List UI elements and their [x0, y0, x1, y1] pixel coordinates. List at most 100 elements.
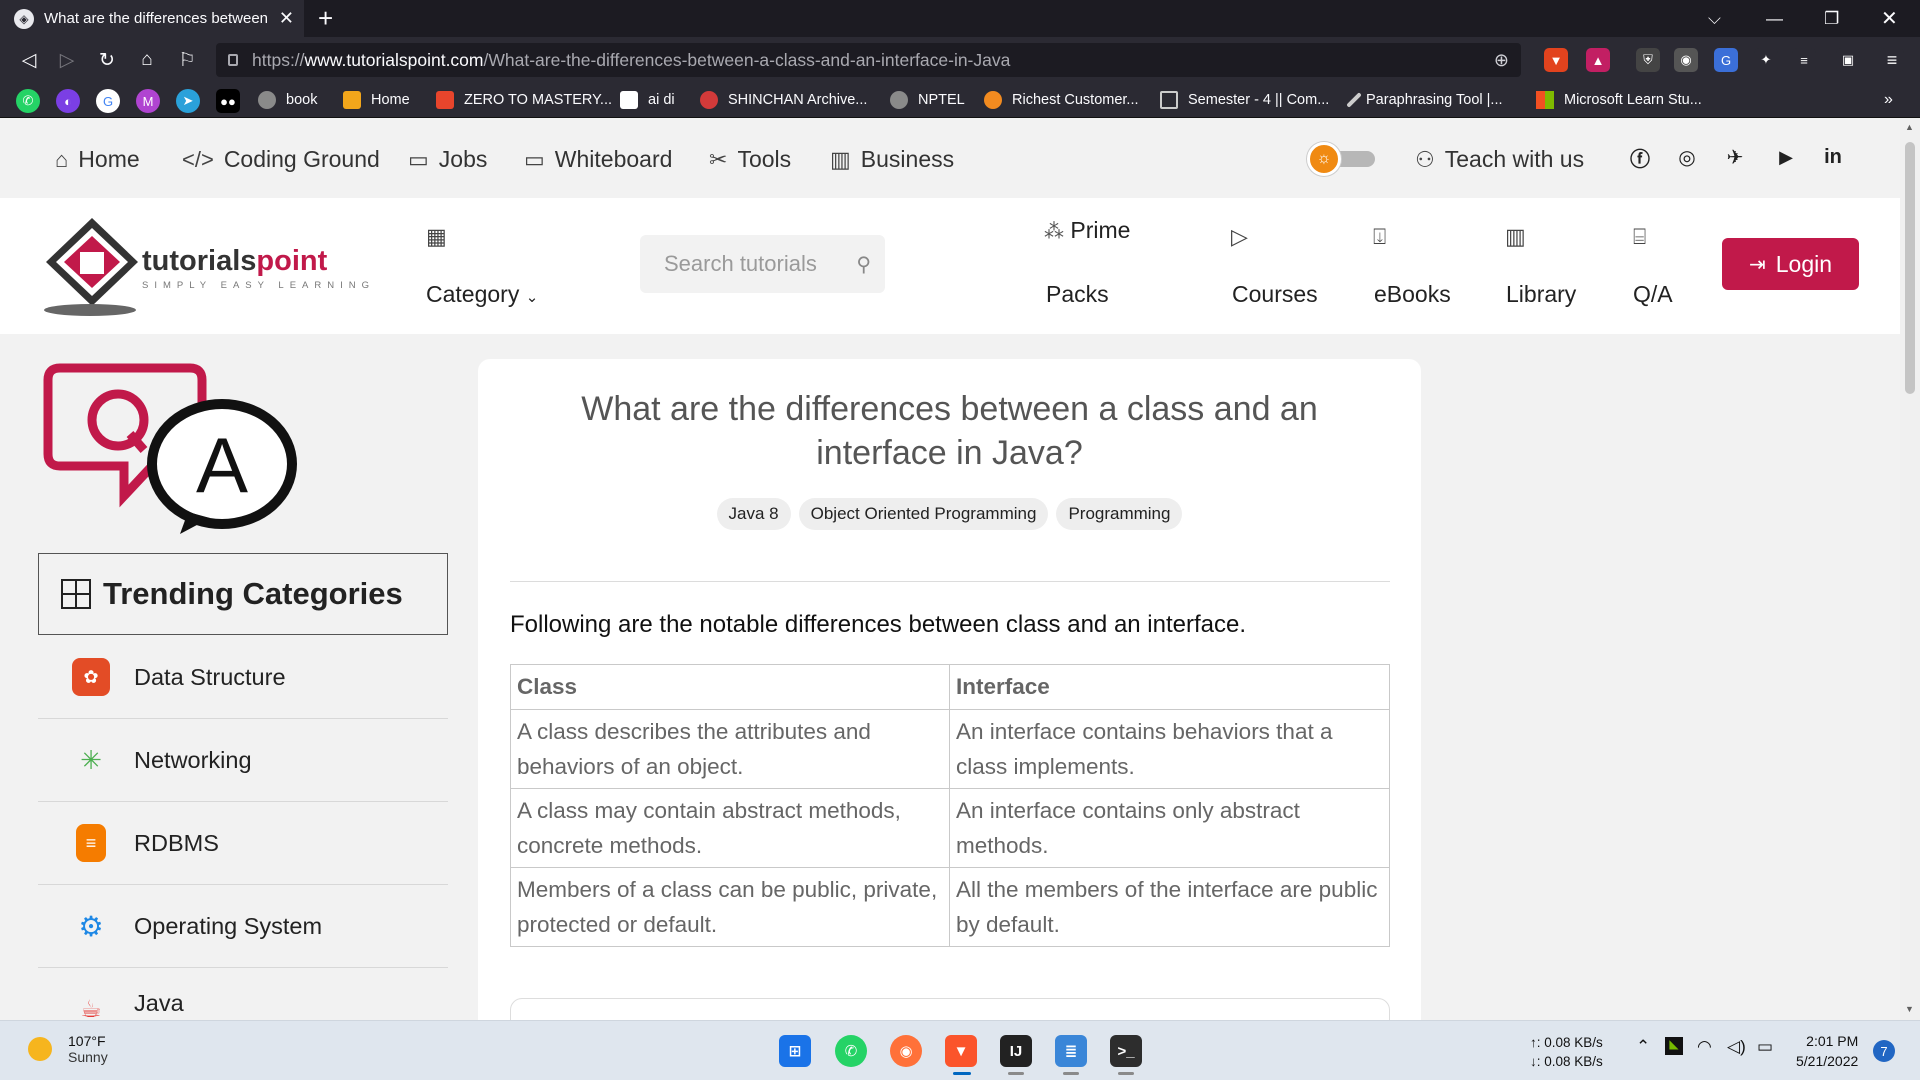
- bookmark-icon-2[interactable]: ◐: [56, 89, 80, 113]
- nvidia-tray-icon[interactable]: ◣: [1665, 1037, 1683, 1055]
- nav-coding-ground[interactable]: </> Coding Ground: [182, 146, 380, 173]
- library-link[interactable]: Library: [1506, 281, 1576, 308]
- next-content-card: [510, 998, 1390, 1020]
- tutorialspoint-logo[interactable]: tutorialspoint SIMPLY EASY LEARNING: [40, 214, 390, 318]
- medium-bookmark-icon[interactable]: ●●: [216, 89, 240, 113]
- facebook-icon[interactable]: ⓕ: [1627, 144, 1653, 171]
- close-window-button[interactable]: ✕: [1881, 0, 1898, 37]
- nav-jobs[interactable]: ▭ Jobs: [408, 146, 487, 173]
- wifi-icon[interactable]: ◠: [1697, 1037, 1712, 1057]
- scroll-down-icon[interactable]: ▼: [1905, 1004, 1914, 1014]
- intellij-app-icon[interactable]: IJ: [1000, 1035, 1032, 1067]
- google-bookmark-icon[interactable]: G: [96, 89, 120, 113]
- url-field[interactable]: https://www.tutorialspoint.com/What-are-…: [216, 43, 1521, 77]
- battery-icon[interactable]: ▭: [1757, 1037, 1773, 1057]
- brave-app-icon[interactable]: ▼: [945, 1035, 977, 1067]
- volume-icon[interactable]: ◁): [1727, 1037, 1746, 1057]
- ebooks-link[interactable]: eBooks: [1374, 281, 1451, 308]
- search-icon[interactable]: ⚲: [856, 252, 871, 277]
- bookmark-item[interactable]: Richest Customer...: [984, 90, 1139, 110]
- instagram-icon[interactable]: ◎: [1674, 144, 1700, 170]
- weather-temperature: 107°F: [68, 1033, 106, 1049]
- home-icon[interactable]: ⌂: [132, 45, 162, 75]
- prime-link[interactable]: ⁂ Prime: [1044, 217, 1130, 244]
- bookmarks-overflow-button[interactable]: »: [1884, 90, 1893, 110]
- tools-icon: ✂: [709, 146, 728, 172]
- nav-whiteboard[interactable]: ▭ Whiteboard: [524, 146, 672, 173]
- reload-icon[interactable]: ↻: [92, 45, 122, 75]
- menu-icon[interactable]: ≡: [1880, 48, 1904, 72]
- lock-icon: [228, 54, 238, 66]
- tag-java-8[interactable]: Java 8: [716, 498, 791, 530]
- firefox-app-icon[interactable]: ◉: [890, 1035, 922, 1067]
- wallet-icon[interactable]: ▣: [1836, 48, 1860, 72]
- brave-shields-icon[interactable]: ▼: [1544, 48, 1568, 72]
- show-hidden-icons-chevron-icon[interactable]: ⌃: [1636, 1037, 1650, 1057]
- youtube-icon[interactable]: ▶: [1773, 144, 1799, 170]
- maximize-button[interactable]: ❐: [1824, 0, 1839, 37]
- bookmark-item[interactable]: book: [258, 90, 317, 110]
- system-clock[interactable]: 2:01 PM 5/21/2022: [1796, 1031, 1858, 1071]
- courses-link[interactable]: Courses: [1232, 281, 1318, 308]
- playlist-icon[interactable]: ≡: [1792, 48, 1816, 72]
- new-tab-button[interactable]: +: [318, 3, 333, 34]
- page-scrollbar[interactable]: ▲ ▼: [1900, 118, 1920, 1020]
- whatsapp-app-icon[interactable]: ✆: [835, 1035, 867, 1067]
- linkedin-icon[interactable]: in: [1820, 144, 1846, 170]
- briefcase-icon: ▭: [408, 146, 429, 172]
- teach-with-us-link[interactable]: ⚇ Teach with us: [1415, 146, 1584, 173]
- shield-extension-icon[interactable]: ⛨: [1636, 48, 1660, 72]
- translate-extension-icon[interactable]: G: [1714, 48, 1738, 72]
- terminal-app-icon[interactable]: >_: [1110, 1035, 1142, 1067]
- bookmark-item[interactable]: Semester - 4 || Com...: [1160, 90, 1329, 110]
- weather-widget[interactable]: 107°F Sunny: [28, 1033, 108, 1065]
- notification-badge[interactable]: 7: [1873, 1040, 1895, 1062]
- scrollbar-thumb[interactable]: [1905, 142, 1915, 394]
- category-item-rdbms[interactable]: ≡ RDBMS: [38, 802, 448, 885]
- bookmark-item[interactable]: ai di: [620, 90, 675, 110]
- packs-link[interactable]: Packs: [1046, 281, 1109, 308]
- browser-tab-active[interactable]: ◈ What are the differences between ✕: [0, 0, 304, 37]
- bookmark-icon-m[interactable]: M: [136, 89, 160, 113]
- brave-rewards-icon[interactable]: ▲: [1586, 48, 1610, 72]
- logo-text: tutorialspoint: [142, 245, 328, 277]
- qa-link[interactable]: Q/A: [1633, 281, 1673, 308]
- twitter-icon[interactable]: ✈: [1722, 144, 1748, 170]
- zoom-icon[interactable]: ⊕: [1494, 50, 1509, 71]
- bookmark-item[interactable]: ZERO TO MASTERY...: [436, 90, 612, 110]
- ztm-icon: [436, 91, 454, 109]
- telegram-bookmark-icon[interactable]: ➤: [176, 89, 200, 113]
- search-input[interactable]: [664, 251, 834, 277]
- notepad-app-icon[interactable]: ≣: [1055, 1035, 1087, 1067]
- whatsapp-bookmark-icon[interactable]: ✆: [16, 89, 40, 113]
- theme-toggle[interactable]: ☼: [1307, 142, 1379, 176]
- back-icon[interactable]: ◁: [14, 45, 44, 75]
- article-card: What are the differences between a class…: [478, 359, 1421, 1020]
- category-item-data-structure[interactable]: ✿ Data Structure: [38, 636, 448, 719]
- bookmark-item[interactable]: NPTEL: [890, 90, 965, 110]
- tag-oop[interactable]: Object Oriented Programming: [798, 498, 1049, 530]
- tab-close-icon[interactable]: ✕: [279, 8, 294, 29]
- nav-home[interactable]: ⌂ Home: [55, 146, 140, 173]
- bookmarks-bar: ✆ ◐ G M ➤ ●● book Home ZERO TO MASTERY..…: [0, 83, 1920, 118]
- bookmark-item[interactable]: Home: [343, 90, 410, 110]
- scroll-up-icon[interactable]: ▲: [1905, 122, 1914, 132]
- category-item-operating-system[interactable]: ⚙ Operating System: [38, 885, 448, 968]
- tab-list-chevron-icon[interactable]: ⌵: [1708, 0, 1721, 37]
- nav-business[interactable]: ▥ Business: [830, 146, 954, 173]
- nav-tools[interactable]: ✂ Tools: [709, 146, 791, 173]
- forward-icon[interactable]: ▷: [52, 45, 82, 75]
- category-dropdown[interactable]: Category ⌄: [426, 281, 538, 308]
- bookmark-item[interactable]: Paraphrasing Tool |...: [1346, 90, 1503, 110]
- bookmark-item[interactable]: SHINCHAN Archive...: [700, 90, 867, 110]
- extensions-puzzle-icon[interactable]: ✦: [1754, 48, 1778, 72]
- start-windows-icon[interactable]: ⊞: [779, 1035, 811, 1067]
- category-item-networking[interactable]: ✳ Networking: [38, 719, 448, 802]
- tag-programming[interactable]: Programming: [1056, 498, 1183, 530]
- extension-owl-icon[interactable]: ◉: [1674, 48, 1698, 72]
- bookmark-icon[interactable]: ⚐: [172, 45, 202, 75]
- bookmark-item[interactable]: Microsoft Learn Stu...: [1536, 90, 1702, 110]
- minimize-button[interactable]: —: [1766, 0, 1783, 37]
- category-item-java[interactable]: ☕ Java: [38, 968, 448, 1020]
- login-button[interactable]: ⇥ Login: [1722, 238, 1859, 290]
